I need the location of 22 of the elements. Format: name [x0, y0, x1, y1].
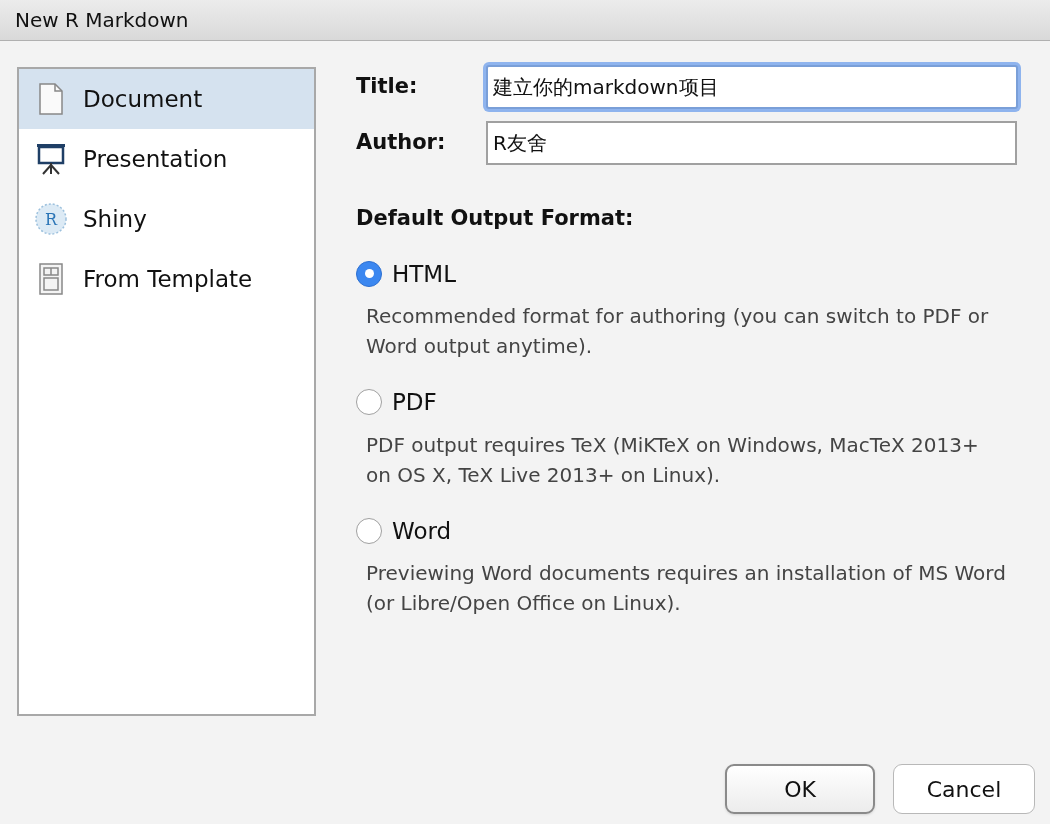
dialog-button[interactable]: OK: [725, 764, 875, 814]
section-heading: Default Output Format:: [356, 205, 635, 232]
text-field[interactable]: R友舍: [486, 121, 1017, 165]
text-field[interactable]: 建立你的markdown项目: [486, 65, 1018, 109]
window-title: New R Markdown: [15, 7, 189, 34]
radio-button[interactable]: [356, 260, 382, 287]
document-icon: [38, 83, 64, 115]
option-description: Previewing Word documents requires an installation of MS Word (or Libre/Open Office on Linux).: [366, 560, 1006, 617]
radio-label[interactable]: Word: [392, 513, 452, 548]
option-description: PDF output requires TeX (MiKTeX on Windows, MacTeX 2013+ on OS X, TeX Live 2013+ on Linux).: [366, 431, 980, 489]
field-label: Author:: [356, 129, 447, 157]
field-label: Title:: [356, 73, 419, 101]
dialog-button[interactable]: Cancel: [893, 764, 1035, 814]
sidebar-item[interactable]: Document: [19, 69, 314, 129]
radio-button[interactable]: [356, 389, 382, 416]
template-icon: [38, 263, 64, 295]
easel-icon: [36, 143, 66, 175]
radio-label[interactable]: PDF: [392, 385, 437, 420]
radio-label[interactable]: HTML: [392, 256, 456, 291]
r-logo-icon: R: [35, 203, 67, 235]
radio-button[interactable]: [356, 517, 382, 544]
option-description: Recommended format for authoring (you can switch to PDF or Word output anytime).: [366, 303, 990, 360]
